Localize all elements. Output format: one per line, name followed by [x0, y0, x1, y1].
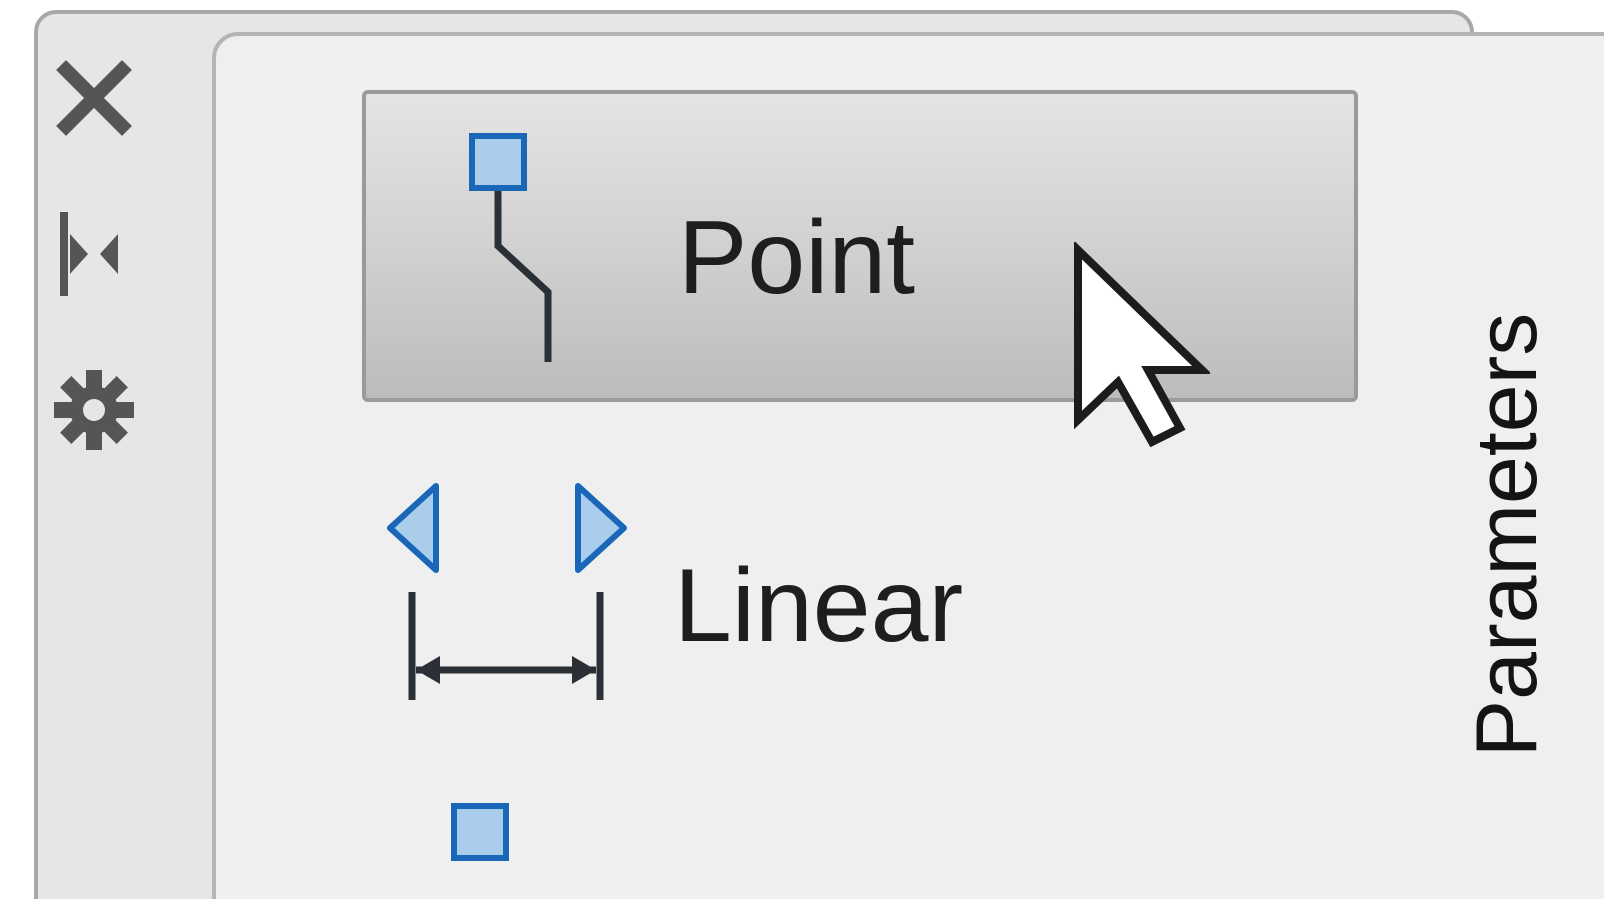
point-label: Point — [678, 200, 916, 316]
linear-label: Linear — [674, 548, 964, 664]
tab-parameters-label: Parameters — [1459, 312, 1555, 758]
polar-parameter-icon — [451, 803, 509, 861]
palette-window: Point Linear Parameters — [0, 0, 1604, 899]
linear-parameter-icon — [387, 483, 627, 700]
point-parameter-button[interactable]: Point — [362, 90, 1358, 402]
linear-parameter-button[interactable]: Linear — [362, 470, 1358, 710]
palette-title-bar — [38, 14, 216, 899]
properties-icon[interactable] — [52, 368, 136, 452]
point-parameter-icon — [469, 133, 552, 362]
close-icon[interactable] — [52, 56, 136, 140]
polar-parameter-button[interactable] — [362, 790, 1358, 899]
auto-hide-icon[interactable] — [52, 212, 136, 296]
tab-parameters[interactable]: Parameters — [1452, 290, 1562, 780]
